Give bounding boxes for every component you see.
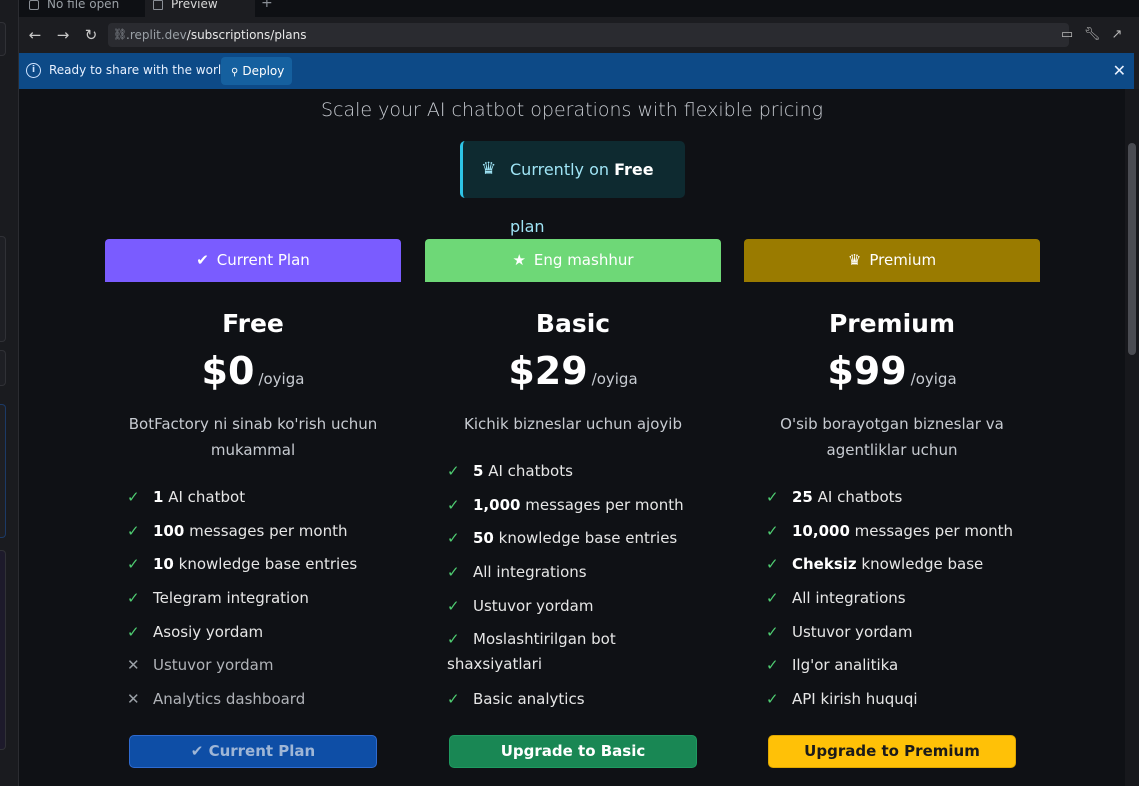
feature-item: ✓ All integrations [447,560,707,584]
feature-item: ✓ 100 messages per month [127,519,387,543]
feature-item: ✓ Cheksiz knowledge base [766,552,1026,576]
open-external-icon[interactable]: ↗ [1108,26,1126,44]
plan-card-basic: ★ Eng mashhur Basic $29/oyiga Kichik bizn… [425,239,721,786]
feature-item: ✓ Basic analytics [447,687,707,711]
check-icon: ✓ [127,589,140,608]
side-panel-edge [0,350,6,386]
wrench-icon[interactable]: 🔧︎ [1083,26,1101,44]
feature-item: ✓ Moslashtirilgan bot shaxsiyatlari [447,627,707,677]
plan-name: Free [222,309,284,338]
info-icon: i [26,63,41,78]
side-panel-edge [0,22,6,56]
side-panel-edge [0,404,6,538]
feature-item: ✓ Ilg'or analitika [766,653,1026,677]
plan-description: BotFactory ni sinab ko'rish uchun mukamm… [128,415,378,459]
check-icon: ✓ [127,488,140,506]
feature-item: ✓ 5 AI chatbots [447,459,707,483]
side-panel-edge [0,550,6,750]
feature-item: ✓ 1,000 messages per month [447,493,707,517]
plan-badge: ★ Eng mashhur [425,239,721,282]
feature-item: ✕ Ustuvor yordam [127,653,387,677]
current-plan-notice: ♛ Currently on Free plan [460,141,685,236]
feature-item: ✓ Asosiy yordam [127,620,387,644]
feature-item: ✓ 50 knowledge base entries [447,526,707,550]
x-icon: ✕ [127,656,140,675]
feature-item: ✓ All integrations [766,586,1026,610]
feature-item: ✓ 1 AI chatbot [127,485,387,509]
feature-item: ✓ API kirish huquqi [766,687,1026,711]
x-icon: ✕ [127,690,140,709]
check-icon: ✓ [447,529,460,548]
check-icon: ✓ [447,495,460,514]
plan-card-premium: ♛ Premium Premium $99/oyiga O'sib borayot… [744,239,1040,786]
check-circle-icon: ✔ [196,251,209,269]
url-input[interactable]: ⛓ .replit.dev/subscriptions/plans [108,23,1069,47]
feature-list: ✓ 5 AI chatbots ✓ 1,000 messages per month… [447,459,707,721]
check-icon: ✓ [127,555,140,574]
preview-viewport: Scale your AI chatbot operations with fl… [19,89,1125,786]
star-icon: ★ [512,251,526,269]
back-arrow-icon[interactable]: ← [25,25,45,45]
plan-description: Kichik bizneslar uchun ajoyib [464,415,682,433]
check-icon: ✓ [766,622,779,641]
plan-name: Basic [535,309,611,338]
plan-price: $29/oyiga [508,349,638,393]
crown-icon: ♛ [481,159,497,179]
reload-icon[interactable]: ↻ [81,25,101,45]
check-icon: ✓ [766,521,779,540]
scrollbar-thumb[interactable] [1128,143,1136,355]
check-icon: ✓ [766,555,779,574]
tab-bar: No file open Preview + [19,0,1139,17]
crown-icon: ♛ [847,251,862,269]
feature-item: ✓ Ustuvor yordam [766,620,1026,644]
deploy-button[interactable]: ⚲ Deploy [221,57,292,85]
editor-side-strip [0,0,19,786]
close-icon[interactable]: ✕ [1113,61,1126,80]
upgrade-basic-button[interactable]: Upgrade to Basic [449,735,697,768]
check-icon: ✓ [447,690,460,709]
page-subtitle: Scale your AI chatbot operations with fl… [320,99,824,121]
plan-price: $99/oyiga [827,349,957,393]
feature-item: ✓ Ustuvor yordam [447,594,707,618]
check-icon: ✓ [766,488,779,506]
check-icon: ✔ [190,742,204,760]
check-icon: ✓ [766,656,779,675]
feature-item: ✓ 10 knowledge base entries [127,552,387,576]
feature-item: ✓ 25 AI chatbots [766,485,1026,509]
feature-item: ✕ Analytics dashboard [127,687,387,711]
side-panel-edge [0,236,6,342]
check-icon: ✓ [766,589,779,608]
check-icon: ✓ [447,596,460,615]
link-icon: ⛓ [113,28,127,41]
feature-item: ✓ 10,000 messages per month [766,519,1026,543]
new-tab-icon[interactable]: + [261,0,273,10]
plan-card-free: ✔ Current Plan Free $0/oyiga BotFactory n… [105,239,401,786]
check-icon: ✓ [447,563,460,582]
feature-list: ✓ 25 AI chatbots ✓ 10,000 messages per mon… [766,485,1026,721]
check-icon: ✓ [127,521,140,540]
tab-no-file[interactable]: No file open [23,0,143,17]
browser-toolbar: ← → ↻ ⛓ .replit.dev/subscriptions/plans … [19,17,1139,53]
plan-description: O'sib borayotgan bizneslar va agentlikla… [780,415,1004,459]
upgrade-premium-button[interactable]: Upgrade to Premium [768,735,1016,768]
file-icon [29,0,39,10]
tab-preview[interactable]: Preview [145,0,255,17]
check-icon: ✓ [447,630,460,649]
deploy-banner: i Ready to share with the world? ⚲ Deploy… [19,53,1134,89]
deploy-icon: ⚲ [231,67,239,78]
plan-badge: ♛ Premium [744,239,1040,282]
devices-icon[interactable]: ▭ [1058,26,1076,44]
check-icon: ✓ [447,462,460,480]
check-icon: ✓ [127,622,140,641]
feature-list: ✓ 1 AI chatbot ✓ 100 messages per month ✓ 1… [127,485,387,721]
check-icon: ✓ [766,690,779,709]
plan-price: $0/oyiga [201,349,305,393]
plan-badge: ✔ Current Plan [105,239,401,282]
feature-item: ✓ Telegram integration [127,586,387,610]
current-plan-button[interactable]: ✔ Current Plan [129,735,377,768]
forward-arrow-icon[interactable]: → [53,25,73,45]
plan-name: Premium [828,309,956,338]
banner-message: Ready to share with the world? [49,63,236,77]
monitor-icon [153,0,163,10]
